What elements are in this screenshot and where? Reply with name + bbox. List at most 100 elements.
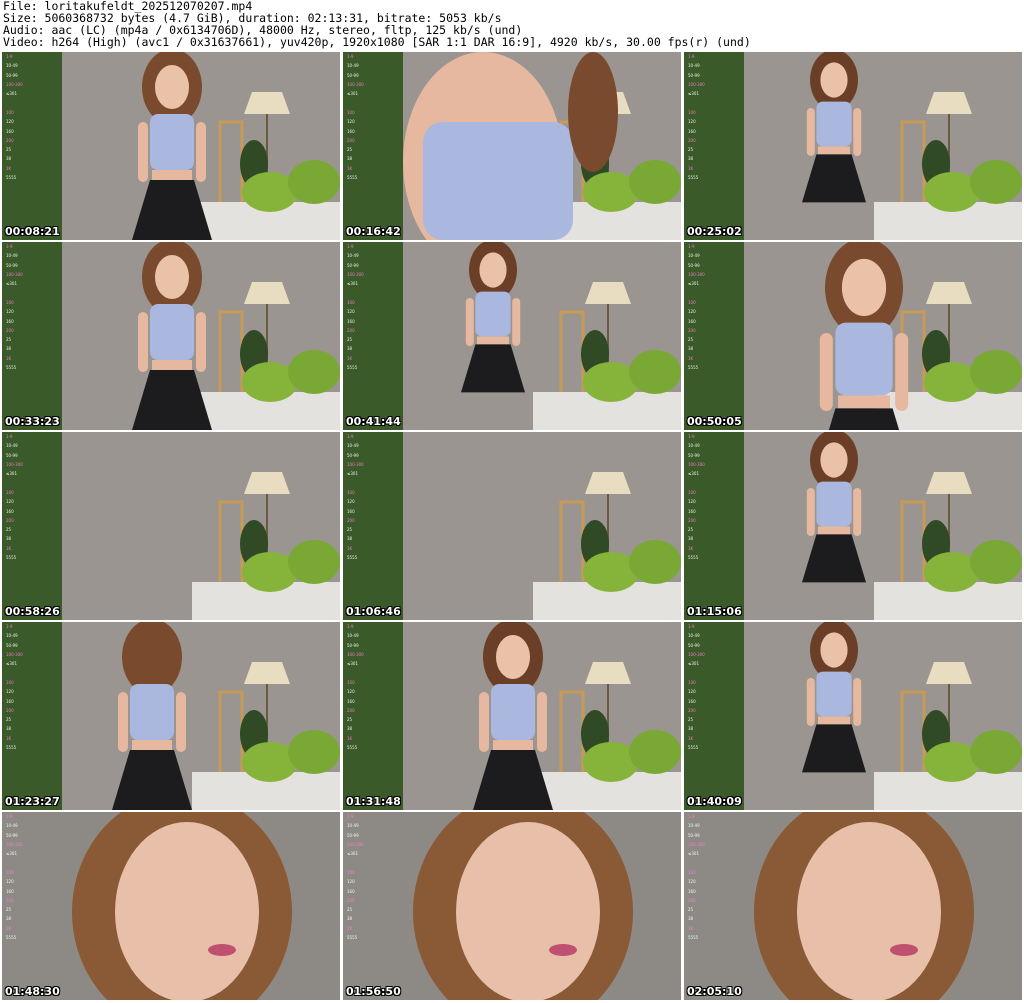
tip-menu-row: 38 — [347, 916, 353, 922]
stream-tip-menu-overlay: 1-9 10-49 50-99 100-300 ≤301 100 120 160 200 25 38… — [343, 812, 405, 972]
tip-menu-row: 120 — [688, 499, 696, 505]
stream-tip-menu-overlay: 1-9 10-49 50-99 100-300 ≤301 100 120 160 200 25 38… — [684, 242, 746, 402]
tip-menu-row: ≤301 — [688, 281, 699, 287]
tip-menu-row: 38 — [347, 156, 353, 162]
tip-menu-row: 5555 — [6, 555, 17, 560]
tip-menu-row: 10-49 — [688, 633, 700, 639]
tip-menu-row: 100-300 — [6, 652, 23, 658]
tip-menu-row: ≤301 — [688, 851, 699, 857]
tip-menu-row: 160 — [6, 698, 14, 704]
tip-menu-row: 200 — [688, 897, 696, 903]
tip-menu-row: 5555 — [688, 935, 699, 940]
tip-menu-row: 100-300 — [347, 272, 364, 278]
thumbnail-timestamp: 01:06:46 — [346, 605, 401, 618]
tip-menu-row: 5555 — [347, 745, 358, 750]
tip-menu-row: 1K — [6, 735, 12, 741]
tip-menu-row: 38 — [347, 536, 353, 542]
tip-menu-row: 1-9 — [347, 244, 354, 250]
stream-tip-menu-overlay: 1-9 10-49 50-99 100-300 ≤301 100 120 160 200 25 38… — [684, 52, 746, 212]
tip-menu-row: 120 — [6, 689, 14, 695]
video-thumbnail: 1-9 10-49 50-99 100-300 ≤301 100 120 160 200 25 38… — [2, 622, 340, 810]
stream-tip-menu-overlay: 1-9 10-49 50-99 100-300 ≤301 100 120 160 200 25 38… — [343, 622, 405, 782]
tip-menu-row: 1K — [6, 545, 12, 551]
tip-menu-row: 160 — [347, 888, 355, 894]
tip-menu-row: 120 — [347, 119, 355, 125]
tip-menu-row — [684, 288, 746, 297]
tip-menu-row: ≤301 — [347, 851, 358, 857]
tip-menu-row: ≤301 — [6, 471, 17, 477]
tip-menu-row: 100 — [6, 489, 14, 495]
thumbnail-timestamp: 00:08:21 — [5, 225, 60, 238]
tip-menu-row: 100-300 — [347, 842, 364, 848]
tip-menu-row: 10-49 — [6, 633, 18, 639]
stream-tip-menu-overlay: 1-9 10-49 50-99 100-300 ≤301 100 120 160 200 25 38… — [2, 242, 64, 402]
video-thumbnail: 1-9 10-49 50-99 100-300 ≤301 100 120 160 200 25 38… — [343, 242, 681, 430]
tip-menu-row: ≤301 — [6, 91, 17, 97]
tip-menu-row: ≤301 — [6, 281, 17, 287]
stream-tip-menu-overlay: 1-9 10-49 50-99 100-300 ≤301 100 120 160 200 25 38… — [343, 432, 405, 592]
tip-menu-row: 100-300 — [6, 82, 23, 88]
tip-menu-row — [684, 858, 746, 867]
tip-menu-row — [343, 668, 405, 677]
video-thumbnail: 1-9 10-49 50-99 100-300 ≤301 100 120 160 200 25 38… — [684, 432, 1022, 620]
tip-menu-row: 50-99 — [6, 642, 18, 648]
video-thumbnail: 1-9 10-49 50-99 100-300 ≤301 100 120 160 200 25 38… — [684, 242, 1022, 430]
tip-menu-row: 100 — [688, 869, 696, 875]
video-thumbnail: 1-9 10-49 50-99 100-300 ≤301 100 120 160 200 25 38… — [684, 812, 1022, 1000]
stream-tip-menu-overlay: 1-9 10-49 50-99 100-300 ≤301 100 120 160 200 25 38… — [684, 432, 746, 592]
tip-menu-row: 50-99 — [6, 72, 18, 78]
tip-menu-row: 25 — [688, 147, 694, 153]
tip-menu-row: ≤301 — [347, 281, 358, 287]
tip-menu-row: 100-300 — [6, 272, 23, 278]
tip-menu-row: 5555 — [688, 555, 699, 560]
tip-menu-row — [684, 98, 746, 107]
tip-menu-row: 50-99 — [6, 452, 18, 458]
tip-menu-row: 160 — [6, 128, 14, 134]
tip-menu-row: 1K — [688, 735, 694, 741]
tip-menu-row: 5555 — [688, 365, 699, 370]
tip-menu-row: 1K — [347, 355, 353, 361]
thumbnail-timestamp: 01:40:09 — [687, 795, 742, 808]
video-thumbnail: 1-9 10-49 50-99 100-300 ≤301 100 120 160 200 25 38… — [2, 52, 340, 240]
tip-menu-row: 1-9 — [6, 624, 13, 630]
stream-tip-menu-overlay: 1-9 10-49 50-99 100-300 ≤301 100 120 160 200 25 38… — [2, 432, 64, 592]
tip-menu-row: 100 — [6, 679, 14, 685]
tip-menu-row: 120 — [347, 689, 355, 695]
video-thumbnail: 1-9 10-49 50-99 100-300 ≤301 100 120 160 200 25 38… — [343, 812, 681, 1000]
thumbnail-timestamp: 00:25:02 — [687, 225, 742, 238]
tip-menu-row: 160 — [688, 698, 696, 704]
tip-menu-row: 25 — [688, 527, 694, 533]
tip-menu-row — [343, 858, 405, 867]
tip-menu-row: 1K — [347, 735, 353, 741]
tip-menu-row: 1-9 — [6, 54, 13, 60]
thumbnail-timestamp: 01:48:30 — [5, 985, 60, 998]
tip-menu-row: 160 — [688, 888, 696, 894]
tip-menu-row: 38 — [6, 726, 12, 732]
stream-tip-menu-overlay: 1-9 10-49 50-99 100-300 ≤301 100 120 160 200 25 38… — [684, 812, 746, 972]
tip-menu-row: 100-300 — [688, 82, 705, 88]
tip-menu-row: 1-9 — [6, 434, 13, 440]
tip-menu-row: ≤301 — [347, 661, 358, 667]
video-thumbnail: 1-9 10-49 50-99 100-300 ≤301 100 120 160 200 25 38… — [684, 622, 1022, 810]
tip-menu-row: 120 — [6, 309, 14, 315]
tip-menu-row: 160 — [347, 128, 355, 134]
video-thumbnail: 1-9 10-49 50-99 100-300 ≤301 100 120 160 200 25 38… — [684, 52, 1022, 240]
tip-menu-row: 38 — [688, 156, 694, 162]
tip-menu-row: 200 — [347, 517, 355, 523]
tip-menu-row: 5555 — [347, 555, 358, 560]
tip-menu-row: 25 — [347, 717, 353, 723]
tip-menu-row: 160 — [688, 128, 696, 134]
tip-menu-row: 200 — [6, 517, 14, 523]
tip-menu-row: 1K — [688, 355, 694, 361]
tip-menu-row: 160 — [688, 318, 696, 324]
tip-menu-row: 25 — [347, 147, 353, 153]
tip-menu-row: 120 — [347, 309, 355, 315]
tip-menu-row: 1K — [347, 165, 353, 171]
tip-menu-row: 120 — [6, 499, 14, 505]
tip-menu-row — [2, 858, 64, 867]
tip-menu-row: 50-99 — [688, 72, 700, 78]
tip-menu-row: 50-99 — [347, 452, 359, 458]
tip-menu-row: 200 — [688, 327, 696, 333]
tip-menu-row: 1-9 — [6, 244, 13, 250]
tip-menu-row: 200 — [688, 517, 696, 523]
